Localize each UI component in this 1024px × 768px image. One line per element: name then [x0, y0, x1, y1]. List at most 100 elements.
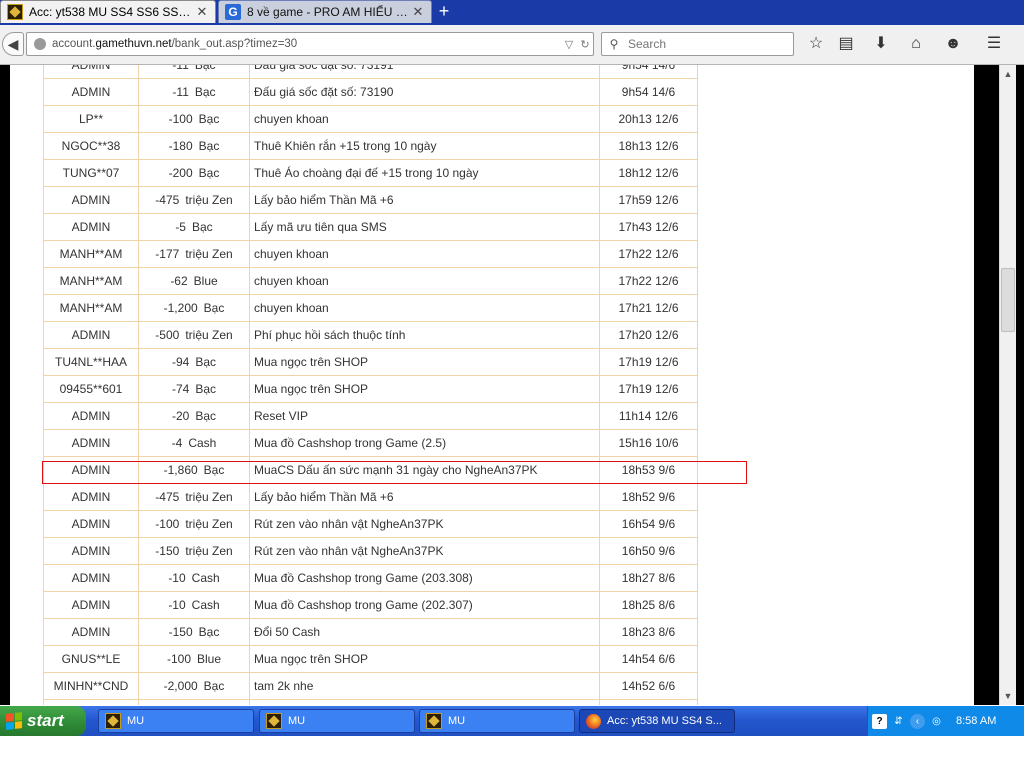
menu-icon[interactable]: ☰: [983, 34, 1005, 54]
search-box[interactable]: ⚲: [601, 32, 794, 56]
description-cell: Mua đồ Cashshop trong Game (203.308): [249, 564, 600, 592]
user-link[interactable]: ADMIN: [43, 186, 139, 214]
description-cell: MuaCS Dấu ấn sức mạnh 31 ngày cho NgheAn…: [249, 456, 600, 484]
amount-value: -20: [171, 409, 190, 423]
vertical-scrollbar[interactable]: ▲ ▼: [999, 65, 1016, 705]
time-cell: 9h54 14/6: [599, 65, 698, 79]
user-link[interactable]: MANH**AM: [43, 294, 139, 322]
amount-value: -200: [168, 166, 193, 180]
amount-cell: -100 Blue: [138, 645, 250, 673]
home-icon[interactable]: ⌂: [905, 34, 927, 54]
task-label: MU: [288, 715, 306, 727]
firefox-icon: [586, 713, 601, 729]
download-icon[interactable]: ⬇: [870, 34, 892, 54]
amount-unit: Cash: [191, 598, 220, 612]
search-icon: ⚲: [609, 37, 619, 51]
dropdown-arrow-icon[interactable]: ▽: [561, 38, 577, 51]
user-link[interactable]: LP**: [43, 105, 139, 133]
user-link[interactable]: ADMIN: [43, 65, 139, 79]
user-link[interactable]: TUNG**07: [43, 159, 139, 187]
amount-unit: Bạc: [195, 409, 217, 423]
user-link[interactable]: TU4NL**HAA: [43, 348, 139, 376]
time-cell: 16h50 9/6: [599, 537, 698, 565]
time-cell: 17h22 12/6: [599, 240, 698, 268]
scroll-up-arrow-icon[interactable]: ▲: [1000, 67, 1016, 81]
user-link[interactable]: ADMIN: [43, 456, 139, 484]
amount-unit: Cash: [188, 436, 217, 450]
bookmark-star-icon[interactable]: ☆: [805, 34, 827, 54]
user-link[interactable]: ADMIN: [43, 564, 139, 592]
user-link[interactable]: ADMIN: [43, 618, 139, 646]
start-button[interactable]: start: [0, 706, 86, 736]
user-link[interactable]: ADMIN: [43, 591, 139, 619]
taskbar-task-mu-3[interactable]: MU: [419, 709, 575, 733]
user-link[interactable]: ADMIN: [43, 483, 139, 511]
amount-cell: -100 triệu Zen: [138, 510, 250, 538]
taskbar-task-mu-1[interactable]: MU: [98, 709, 254, 733]
amount-unit: triệu Zen: [185, 544, 233, 558]
amount-cell: -11 Bạc: [138, 65, 250, 79]
volume-icon[interactable]: ◎: [929, 714, 944, 729]
chevron-left-icon[interactable]: ‹: [910, 713, 925, 729]
back-button[interactable]: ◀: [2, 32, 24, 56]
amount-cell: -177 triệu Zen: [138, 240, 250, 268]
new-tab-button[interactable]: +: [434, 1, 454, 21]
tab-forum[interactable]: G 8 về game - PRO AM HIỂU VỀ... ✕: [218, 0, 432, 23]
amount-unit: Bạc: [198, 625, 220, 639]
network-icon[interactable]: ⇵: [891, 714, 906, 729]
url-text[interactable]: account.gamethuvn.net/bank_out.asp?timez…: [52, 38, 561, 50]
user-link[interactable]: 09455**601: [43, 375, 139, 403]
user-link[interactable]: NGOC**38: [43, 132, 139, 160]
user-link[interactable]: ADMIN: [43, 402, 139, 430]
user-link[interactable]: MINHN**CND: [43, 672, 139, 700]
amount-value: -100: [155, 517, 180, 531]
table-row: 09455**601 -74 Bạc Mua ngọc trên SHOP 17h19 …: [43, 375, 698, 403]
time-cell: 14h54 6/6: [599, 645, 698, 673]
scroll-thumb[interactable]: [1001, 268, 1015, 332]
taskbar-task-mu-2[interactable]: MU: [259, 709, 415, 733]
user-link[interactable]: ADMIN: [43, 321, 139, 349]
table-row: TU4NL**HAA -94 Bạc Mua ngọc trên SHOP 17h19 …: [43, 348, 698, 376]
amount-cell: [138, 699, 250, 705]
windows-logo-icon: [6, 712, 22, 730]
chat-icon[interactable]: ☻: [942, 34, 964, 54]
amount-cell: -200 Bạc: [138, 159, 250, 187]
description-cell: Thuê Áo choàng đại đế +15 trong 10 ngày: [249, 159, 600, 187]
time-cell: 17h59 12/6: [599, 186, 698, 214]
amount-value: -2,000: [163, 679, 198, 693]
time-cell: 18h23 8/6: [599, 618, 698, 646]
time-cell: 18h52 9/6: [599, 483, 698, 511]
user-link[interactable]: MANH**AM: [43, 240, 139, 268]
address-bar[interactable]: account.gamethuvn.net/bank_out.asp?timez…: [26, 32, 594, 56]
amount-cell: -475 triệu Zen: [138, 186, 250, 214]
user-link[interactable]: ADMIN: [43, 510, 139, 538]
user-link[interactable]: ADMIN: [43, 213, 139, 241]
time-cell: 17h20 12/6: [599, 321, 698, 349]
reload-icon[interactable]: ↻: [577, 38, 593, 51]
scroll-down-arrow-icon[interactable]: ▼: [1000, 689, 1016, 703]
close-icon[interactable]: ✕: [411, 4, 425, 20]
amount-cell: -5 Bạc: [138, 213, 250, 241]
user-link[interactable]: MANH**AM: [43, 267, 139, 295]
search-input[interactable]: [626, 36, 790, 52]
description-cell: chuyen khoan: [249, 105, 600, 133]
table-row: ADMIN -10 Cash Mua đồ Cashshop trong Game (…: [43, 564, 698, 592]
table-row: ADMIN -500 triệu Zen Phí phục hồi sách thuộ…: [43, 321, 698, 349]
close-icon[interactable]: ✕: [195, 4, 209, 20]
user-link[interactable]: ADMIN: [43, 537, 139, 565]
amount-value: -1,200: [163, 301, 198, 315]
reading-list-icon[interactable]: ▤: [835, 34, 857, 54]
user-link[interactable]: ADMIN: [43, 78, 139, 106]
tab-account-bank[interactable]: Acc: yt538 MU SS4 SS6 SS8 ... ✕: [0, 0, 216, 23]
amount-value: -500: [155, 328, 180, 342]
amount-value: -74: [171, 382, 190, 396]
user-link[interactable]: [43, 699, 139, 705]
user-link[interactable]: GNUS**LE: [43, 645, 139, 673]
help-icon[interactable]: ?: [872, 713, 887, 729]
table-row: TUNG**07 -200 Bạc Thuê Áo choàng đại đế +15…: [43, 159, 698, 187]
description-cell: Rút zen vào nhân vật NgheAn37PK: [249, 537, 600, 565]
table-row: ADMIN -475 triệu Zen Lấy bảo hiểm Thần Mã +…: [43, 186, 698, 214]
taskbar-task-firefox[interactable]: Acc: yt538 MU SS4 S...: [579, 709, 735, 733]
user-link[interactable]: ADMIN: [43, 429, 139, 457]
amount-value: -10: [168, 598, 186, 612]
